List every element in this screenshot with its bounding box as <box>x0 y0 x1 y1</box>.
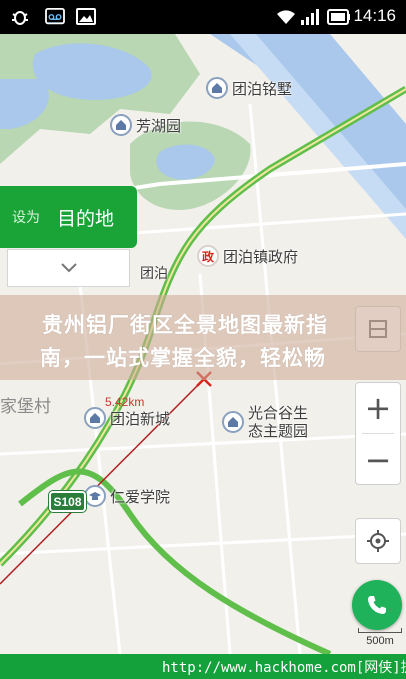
set-destination-button[interactable]: 设为 目的地 <box>0 186 137 248</box>
poi-tuanbo-mingshu[interactable]: 团泊铭墅 <box>206 77 292 99</box>
road-shield-s108: S108 <box>48 490 87 513</box>
watermark-text: http://www.hackhome.com[网侠]提供 <box>162 659 406 676</box>
chevron-down-icon <box>60 263 77 273</box>
scale-bar <box>358 628 402 633</box>
village-label: 家堡村 <box>0 397 51 417</box>
residential-icon <box>110 114 132 136</box>
residential-icon <box>222 411 244 433</box>
poi-guanghegu[interactable]: 光合谷生 态主题园 <box>222 404 308 440</box>
residential-icon <box>206 77 228 99</box>
status-bar: 14:16 <box>0 0 406 34</box>
bug-icon <box>12 11 28 25</box>
destination-prefix: 设为 <box>12 210 40 226</box>
phone-icon <box>368 596 386 614</box>
headline-overlay: 贵州铝厂街区全景地图最新指 南，一站式掌握全貌，轻松畅 <box>0 295 406 380</box>
collapse-panel-button[interactable] <box>7 249 130 287</box>
wifi-icon <box>277 10 295 24</box>
distance-label: 5.42km <box>105 395 145 409</box>
poi-town-government[interactable]: 政 团泊镇政府 <box>197 245 298 267</box>
poi-tuanbo-partial[interactable]: 团泊 <box>140 263 168 283</box>
poi-renai-college[interactable]: 仁爱学院 <box>84 485 170 507</box>
zoom-out-button[interactable]: − <box>356 435 400 485</box>
signal-icon <box>301 9 319 25</box>
watermark-bar: http://www.hackhome.com[网侠]提供 <box>0 654 406 679</box>
government-icon: 政 <box>197 245 219 267</box>
headline-line-1: 贵州铝厂街区全景地图最新指 <box>42 313 328 337</box>
poi-tuanbo-xincheng[interactable]: 团泊新城 <box>84 407 170 429</box>
headline-line-2: 南，一站式掌握全貌，轻松畅 <box>40 346 326 370</box>
zoom-controls: + − <box>355 382 401 485</box>
call-button[interactable] <box>352 580 402 630</box>
scale-indicator: 500m <box>358 628 402 647</box>
destination-title: 目的地 <box>57 208 115 230</box>
school-icon <box>84 485 106 507</box>
battery-icon <box>327 9 350 25</box>
zoom-in-button[interactable]: + <box>356 383 400 433</box>
residential-icon <box>84 407 106 429</box>
status-time: 14:16 <box>353 6 396 25</box>
voicemail-icon <box>45 8 65 25</box>
poi-fanghu-yuan[interactable]: 芳湖园 <box>110 114 181 136</box>
scale-label: 500m <box>366 635 394 647</box>
crosshair-icon <box>367 530 389 552</box>
locate-button[interactable] <box>355 518 401 564</box>
image-icon <box>76 8 96 25</box>
zoom-divider <box>362 433 394 434</box>
